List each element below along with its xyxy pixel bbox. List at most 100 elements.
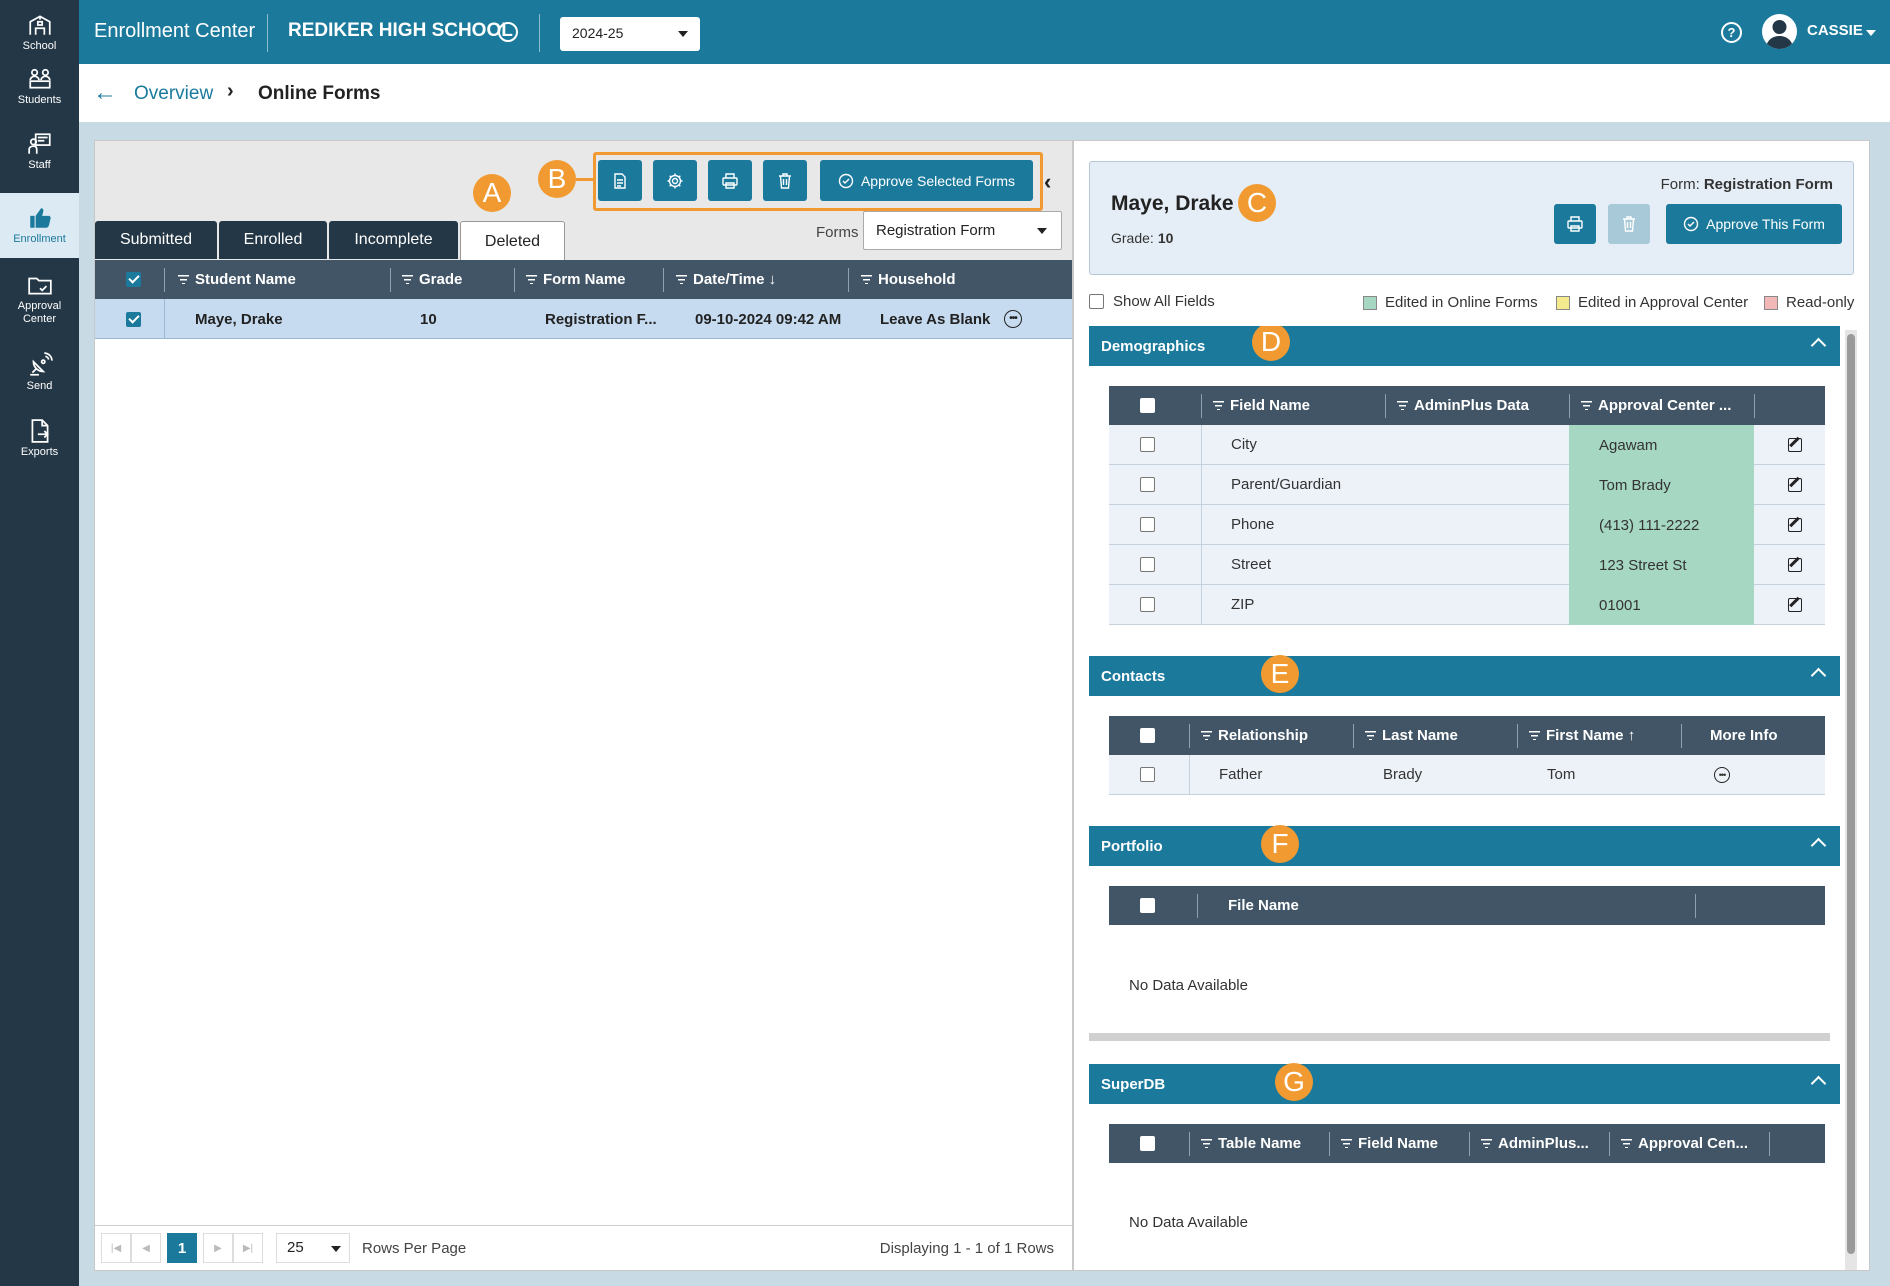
approve-this-form-button[interactable]: Approve This Form [1666,204,1842,244]
more-options-icon[interactable]: ••• [1004,310,1022,328]
rows-per-page-select[interactable]: 25 [276,1233,350,1263]
row-more-button[interactable]: ••• [1004,299,1022,339]
tab-submitted[interactable]: Submitted [95,221,217,259]
table-row[interactable]: Street 123 Street St [1109,545,1825,585]
select-all-checkbox[interactable] [126,260,141,299]
row-select-checkbox[interactable] [1140,755,1155,794]
page-number[interactable]: 1 [167,1233,197,1263]
show-all-checkbox[interactable] [1089,294,1104,309]
first-page-icon[interactable]: |◀ [101,1233,131,1263]
last-page-icon[interactable]: ▶| [233,1233,263,1263]
print-button[interactable] [708,160,752,201]
row-select-checkbox[interactable] [1140,425,1155,464]
nav-item-approval-center[interactable]: Approval Center [0,266,79,331]
filter-icon[interactable] [1213,401,1224,410]
tab-deleted[interactable]: Deleted [460,221,565,261]
print-form-button[interactable] [1554,204,1596,244]
filter-icon[interactable] [861,275,872,284]
edit-row-button[interactable] [1788,505,1802,544]
chevron-up-icon[interactable] [1810,837,1827,854]
checkbox[interactable] [1140,437,1155,452]
checkbox[interactable] [1140,898,1155,913]
school-name[interactable]: REDIKER HIGH SCHOOL [288,20,513,42]
table-row[interactable]: Father Brady Tom ••• [1109,755,1825,795]
user-menu-caret-icon[interactable] [1866,30,1876,36]
collapse-panel-icon[interactable]: ‹ [1044,169,1051,195]
edit-icon[interactable] [1788,517,1802,532]
col-date-time[interactable]: Date/Time ↓ [676,260,776,299]
col-field-name[interactable]: Field Name [1341,1124,1438,1163]
table-row[interactable]: Parent/Guardian Tom Brady [1109,465,1825,505]
checkbox[interactable] [1140,557,1155,572]
filter-icon[interactable] [1397,401,1408,410]
col-approval-center[interactable]: Approval Center ... [1581,386,1731,425]
row-select-checkbox[interactable] [1140,585,1155,624]
chevron-up-icon[interactable] [1810,667,1827,684]
filter-icon[interactable] [402,275,413,284]
edit-icon[interactable] [1788,437,1802,452]
filter-icon[interactable] [1201,731,1212,740]
col-approval-center[interactable]: Approval Cen... [1621,1124,1748,1163]
col-table-name[interactable]: Table Name [1201,1124,1301,1163]
filter-icon[interactable] [676,275,687,284]
filter-icon[interactable] [1621,1139,1632,1148]
table-row[interactable]: City Agawam [1109,425,1825,465]
edit-row-button[interactable] [1788,425,1802,464]
select-all-checkbox[interactable] [1140,716,1155,755]
col-adminplus-data[interactable]: AdminPlus Data [1397,386,1529,425]
approve-selected-forms-button[interactable]: Approve Selected Forms [820,160,1033,201]
nav-item-staff[interactable]: Staff [0,119,79,184]
checkbox[interactable] [1140,1136,1155,1151]
edit-row-button[interactable] [1788,545,1802,584]
edit-row-button[interactable] [1788,465,1802,504]
checkbox[interactable] [1140,517,1155,532]
filter-icon[interactable] [178,275,189,284]
filter-icon[interactable] [1365,731,1376,740]
row-select-checkbox[interactable] [1140,545,1155,584]
select-all-checkbox[interactable] [1140,386,1155,425]
school-year-select[interactable]: 2024-25 [560,17,700,51]
prev-page-icon[interactable]: ◀ [131,1233,161,1263]
more-info-button[interactable]: ••• [1714,755,1730,794]
delete-form-button[interactable] [1608,204,1650,244]
user-name[interactable]: CASSIE [1807,22,1863,39]
filter-icon[interactable] [1529,731,1540,740]
nav-item-enrollment[interactable]: Enrollment [0,193,79,258]
avatar[interactable] [1762,14,1797,49]
school-more-icon[interactable] [498,22,518,42]
col-grade[interactable]: Grade [402,260,462,299]
table-row[interactable]: ZIP 01001 [1109,585,1825,625]
help-icon[interactable]: ? [1721,22,1742,43]
breadcrumb-overview-link[interactable]: Overview [134,83,213,105]
filter-icon[interactable] [1201,1139,1212,1148]
row-select-checkbox[interactable] [126,299,141,339]
filter-icon[interactable] [526,275,537,284]
forms-filter-select[interactable]: Registration Form [863,211,1062,250]
col-adminplus[interactable]: AdminPlus... [1481,1124,1589,1163]
chevron-up-icon[interactable] [1810,337,1827,354]
select-all-checkbox[interactable] [1140,1124,1155,1163]
filter-icon[interactable] [1581,401,1592,410]
checkbox-checked[interactable] [126,311,141,327]
col-form-name[interactable]: Form Name [526,260,626,299]
section-header-superdb[interactable]: SuperDB [1089,1064,1840,1104]
filter-icon[interactable] [1481,1139,1492,1148]
checkbox[interactable] [1140,728,1155,743]
nav-item-students[interactable]: Students [0,54,79,119]
section-header-demographics[interactable]: Demographics [1089,326,1840,366]
horizontal-scrollbar[interactable] [1089,1033,1830,1041]
checkbox[interactable] [1140,398,1155,413]
tab-enrolled[interactable]: Enrolled [219,221,327,259]
nav-item-exports[interactable]: Exports [0,406,79,471]
table-row[interactable]: Phone (413) 111-2222 [1109,505,1825,545]
section-header-portfolio[interactable]: Portfolio [1089,826,1840,866]
edit-icon[interactable] [1788,597,1802,612]
col-student-name[interactable]: Student Name [178,260,296,299]
settings-button[interactable] [653,160,697,201]
edit-row-button[interactable] [1788,585,1802,624]
edit-icon[interactable] [1788,557,1802,572]
col-household[interactable]: Household [861,260,956,299]
col-relationship[interactable]: Relationship [1201,716,1308,755]
col-first-name[interactable]: First Name ↑ [1529,716,1635,755]
edit-icon[interactable] [1788,477,1802,492]
